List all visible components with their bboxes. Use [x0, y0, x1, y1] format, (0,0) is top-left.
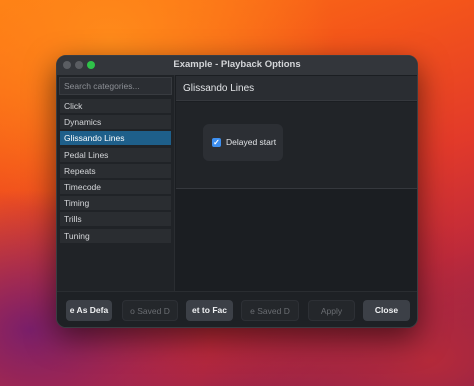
window-title: Example - Playback Options — [173, 59, 301, 70]
category-list: Click Dynamics Glissando Lines Pedal Lin… — [60, 99, 171, 245]
sidebar-item-timing[interactable]: Timing — [60, 196, 171, 211]
checkmark-icon: ✓ — [213, 138, 220, 147]
reset-to-saved-defaults-button[interactable]: o Saved D — [122, 300, 178, 321]
sidebar-item-click[interactable]: Click — [60, 99, 171, 113]
sidebar-item-timecode[interactable]: Timecode — [60, 179, 171, 194]
section-title: Glissando Lines — [183, 83, 255, 94]
options-content: Glissando Lines ✓ Delayed start — [175, 75, 417, 291]
delayed-start-checkbox[interactable]: ✓ — [212, 138, 221, 147]
sidebar-item-tuning[interactable]: Tuning — [60, 228, 171, 243]
playback-options-window: Example - Playback Options Click Dynamic… — [56, 55, 418, 328]
apply-button[interactable]: Apply — [308, 300, 355, 321]
sidebar-item-trills[interactable]: Trills — [60, 212, 171, 227]
category-sidebar: Click Dynamics Glissando Lines Pedal Lin… — [57, 75, 175, 291]
delayed-start-label[interactable]: Delayed start — [226, 137, 276, 147]
delayed-start-group: ✓ Delayed start — [203, 124, 283, 161]
sidebar-item-dynamics[interactable]: Dynamics — [60, 115, 171, 130]
button-bar: e As Defa o Saved D et to Fac e Saved D … — [57, 291, 417, 327]
restore-saved-defaults-button[interactable]: e Saved D — [241, 300, 299, 321]
close-button[interactable]: Close — [363, 300, 410, 321]
sidebar-item-pedal-lines[interactable]: Pedal Lines — [60, 147, 171, 162]
sidebar-item-repeats[interactable]: Repeats — [60, 163, 171, 178]
reset-to-factory-button[interactable]: et to Fac — [186, 300, 233, 321]
sidebar-item-glissando-lines[interactable]: Glissando Lines — [60, 131, 171, 146]
title-bar[interactable]: Example - Playback Options — [57, 56, 417, 76]
save-as-default-button[interactable]: e As Defa — [66, 300, 112, 321]
search-categories-input[interactable] — [59, 77, 172, 95]
section-header: Glissando Lines — [176, 76, 417, 101]
options-panel: ✓ Delayed start — [176, 102, 417, 189]
